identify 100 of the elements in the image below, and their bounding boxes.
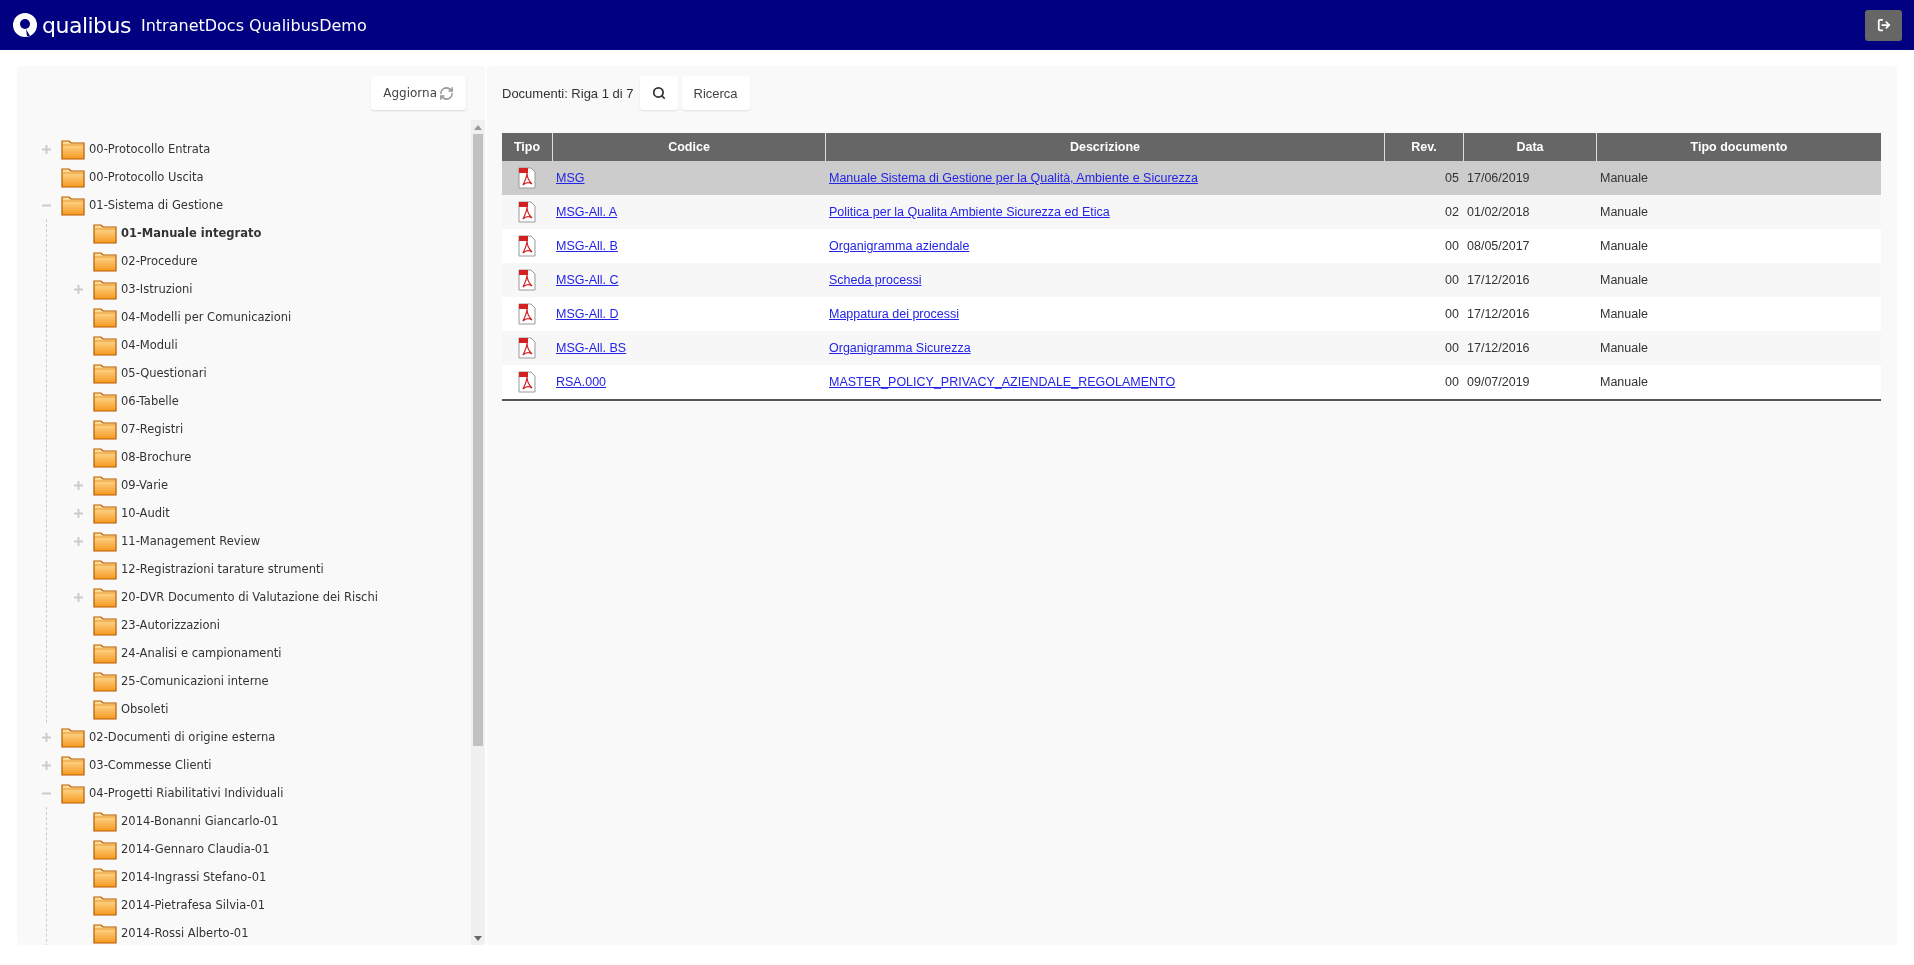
tree-item[interactable]: 02-Documenti di origine esterna	[89, 730, 276, 744]
pdf-file-icon[interactable]	[518, 235, 536, 257]
folder-icon	[93, 586, 117, 608]
column-header[interactable]: Descrizione	[825, 133, 1384, 161]
tree-item[interactable]: 00-Protocollo Uscita	[89, 170, 204, 184]
tree-item[interactable]: 20-DVR Documento di Valutazione dei Rischi	[121, 590, 378, 604]
scroll-down-icon[interactable]	[474, 935, 482, 941]
table-cell-text: 00	[1444, 306, 1460, 323]
tree-item[interactable]: 10-Audit	[121, 506, 170, 520]
tree-item[interactable]: 02-Procedure	[121, 254, 198, 268]
folder-icon	[93, 670, 117, 692]
folder-icon	[93, 446, 117, 468]
table-cell-text: 00	[1444, 374, 1460, 391]
column-header[interactable]: Codice	[552, 133, 825, 161]
folder-icon	[93, 418, 117, 440]
code-link[interactable]: MSG	[556, 171, 585, 185]
tree-item[interactable]: 01-Sistema di Gestione	[89, 198, 223, 212]
table-cell-text: Manuale	[1599, 374, 1649, 391]
code-link[interactable]: RSA.000	[556, 375, 607, 389]
expand-icon[interactable]	[41, 731, 52, 743]
tree-item[interactable]: 04-Progetti Riabilitativi Individuali	[89, 786, 284, 800]
table-row[interactable]: MSG-All. B Organigramma aziendale 00 08/05/2017 Manuale	[502, 229, 1881, 263]
tree-item[interactable]: 2014-Rossi Alberto-01	[121, 926, 249, 940]
collapse-icon[interactable]	[41, 791, 52, 795]
tree-item[interactable]: 25-Comunicazioni interne	[121, 674, 269, 688]
pdf-file-icon[interactable]	[518, 371, 536, 393]
expand-icon[interactable]	[73, 591, 84, 603]
column-header[interactable]: Rev.	[1384, 133, 1463, 161]
tree-item[interactable]: 09-Varie	[121, 478, 169, 492]
tree-item[interactable]: 00-Protocollo Entrata	[89, 142, 211, 156]
table-cell-text: 09/07/2019	[1466, 374, 1531, 391]
tree-item[interactable]: 01-Manuale integrato	[121, 226, 262, 240]
scrollbar-thumb[interactable]	[473, 134, 483, 746]
tree-item[interactable]: 03-Commesse Clienti	[89, 758, 212, 772]
tree-item[interactable]: 2014-Gennaro Claudia-01	[121, 842, 270, 856]
search-button[interactable]	[639, 76, 678, 110]
tree-item[interactable]: 08-Brochure	[121, 450, 192, 464]
tree-item[interactable]: 2014-Bonanni Giancarlo-01	[121, 814, 279, 828]
row-count-text: Documenti: Riga 1 di 7	[502, 85, 634, 101]
description-link[interactable]: Organigramma aziendale	[829, 239, 970, 253]
tree-item[interactable]: 07-Registri	[121, 422, 184, 436]
scroll-up-icon[interactable]	[474, 124, 482, 130]
column-header[interactable]: Tipo	[502, 133, 552, 161]
folder-icon	[93, 362, 117, 384]
table-cell-text: Manuale	[1599, 306, 1649, 323]
folder-icon	[61, 138, 85, 160]
tree-item[interactable]: 11-Management Review	[121, 534, 261, 548]
tree-item[interactable]: 2014-Pietrafesa Silvia-01	[121, 898, 265, 912]
column-header[interactable]: Tipo documento	[1596, 133, 1881, 161]
description-link[interactable]: Mappatura dei processi	[829, 307, 959, 321]
description-link[interactable]: MASTER_POLICY_PRIVACY_AZIENDALE_REGOLAMENTO	[829, 375, 1176, 389]
folder-icon	[61, 782, 85, 804]
tree-item[interactable]: Obsoleti	[121, 702, 169, 716]
tree-item[interactable]: 04-Modelli per Comunicazioni	[121, 310, 292, 324]
expand-icon[interactable]	[73, 479, 84, 491]
pdf-file-icon[interactable]	[518, 167, 536, 189]
logo-text: qualibus	[42, 12, 131, 38]
pdf-file-icon[interactable]	[518, 303, 536, 325]
tree-item[interactable]: 05-Questionari	[121, 366, 207, 380]
table-row[interactable]: RSA.000 MASTER_POLICY_PRIVACY_AZIENDALE_REGOLAMENTO 00 09/07/2019 Manuale	[502, 365, 1881, 399]
table-row[interactable]: MSG Manuale Sistema di Gestione per la Qualità, Ambiente e Sicurezza 05 17/06/2019 Manuale	[502, 161, 1881, 195]
expand-icon[interactable]	[73, 507, 84, 519]
collapse-icon[interactable]	[41, 203, 52, 207]
expand-icon[interactable]	[41, 143, 52, 155]
tree-item[interactable]: 2014-Ingrassi Stefano-01	[121, 870, 267, 884]
tree-item[interactable]: 06-Tabelle	[121, 394, 179, 408]
tree-item[interactable]: 03-Istruzioni	[121, 282, 193, 296]
description-link[interactable]: Manuale Sistema di Gestione per la Qualità, Ambiente e Sicurezza	[829, 171, 1198, 185]
code-link[interactable]: MSG-All. B	[556, 239, 618, 253]
table-cell-text: Manuale	[1599, 238, 1649, 255]
folder-icon	[93, 474, 117, 496]
pdf-file-icon[interactable]	[518, 337, 536, 359]
pdf-file-icon[interactable]	[518, 201, 536, 223]
description-link[interactable]: Organigramma Sicurezza	[829, 341, 971, 355]
code-link[interactable]: MSG-All. A	[556, 205, 618, 219]
logout-button[interactable]	[1865, 9, 1902, 41]
code-link[interactable]: MSG-All. BS	[556, 341, 627, 355]
refresh-button[interactable]: Aggiorna	[371, 76, 466, 110]
table-cell-text: 17/12/2016	[1466, 272, 1531, 289]
tree-item[interactable]: 23-Autorizzazioni	[121, 618, 221, 632]
folder-icon	[93, 642, 117, 664]
expand-icon[interactable]	[73, 535, 84, 547]
tree-item[interactable]: 24-Analisi e campionamenti	[121, 646, 282, 660]
description-link[interactable]: Scheda processi	[829, 273, 922, 287]
tree-item[interactable]: 12-Registrazioni tarature strumenti	[121, 562, 324, 576]
pdf-file-icon[interactable]	[518, 269, 536, 291]
folder-icon	[61, 726, 85, 748]
expand-icon[interactable]	[73, 283, 84, 295]
column-header[interactable]: Data	[1463, 133, 1596, 161]
code-link[interactable]: MSG-All. C	[556, 273, 619, 287]
code-link[interactable]: MSG-All. D	[556, 307, 619, 321]
table-row[interactable]: MSG-All. D Mappatura dei processi 00 17/12/2016 Manuale	[502, 297, 1881, 331]
folder-icon	[93, 698, 117, 720]
description-link[interactable]: Politica per la Qualita Ambiente Sicurezza ed Etica	[829, 205, 1110, 219]
scrollbar[interactable]	[471, 120, 485, 945]
expand-icon[interactable]	[41, 759, 52, 771]
folder-icon	[61, 166, 85, 188]
tree-item[interactable]: 04-Moduli	[121, 338, 178, 352]
ricerca-button[interactable]: Ricerca	[681, 76, 750, 110]
folder-icon	[93, 530, 117, 552]
